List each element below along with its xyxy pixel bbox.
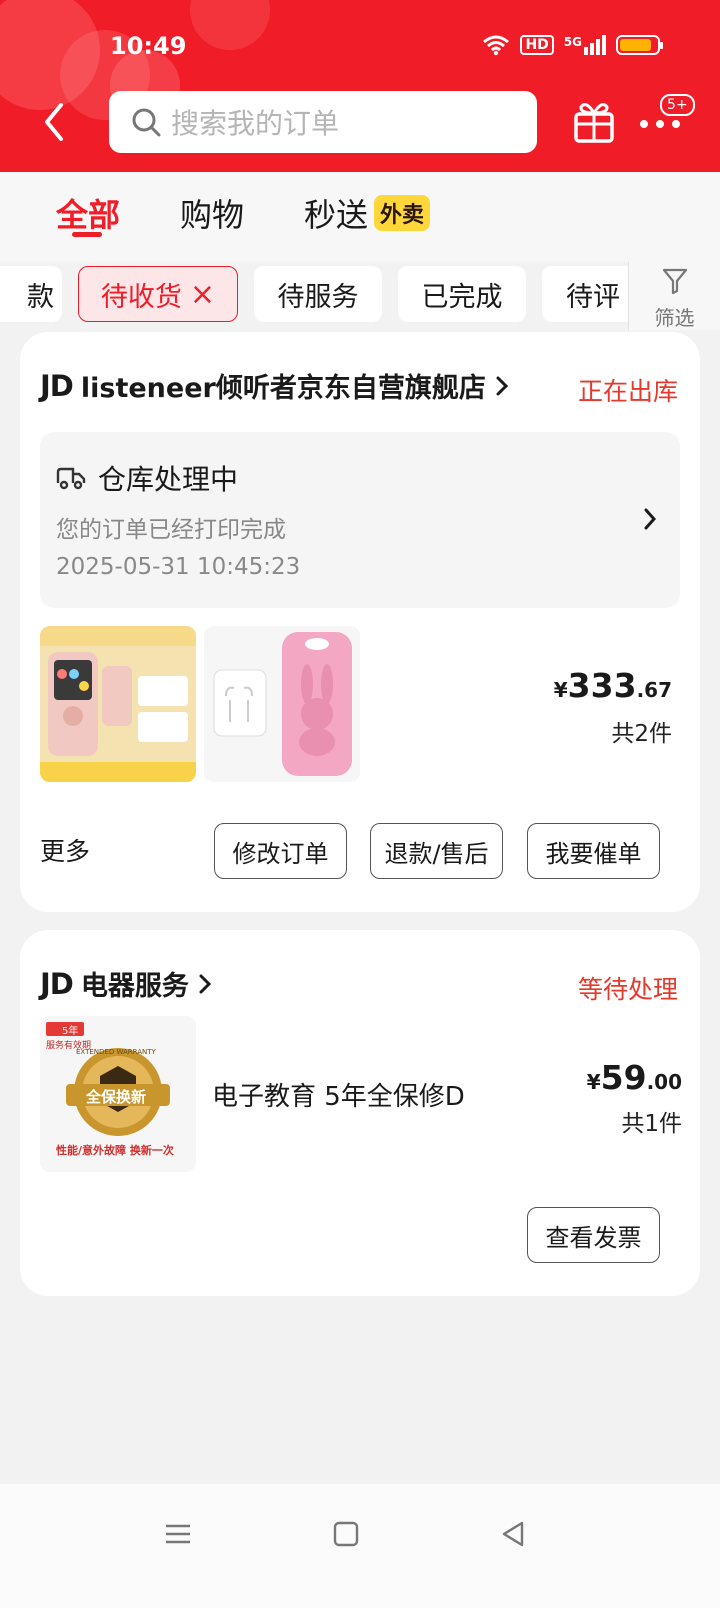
item-count: 共2件	[611, 721, 672, 747]
gift-icon	[574, 103, 614, 143]
chip-partial[interactable]: 款	[0, 266, 62, 322]
active-tab-underline	[72, 232, 102, 237]
order-price: ¥59.00	[587, 1058, 682, 1097]
order-price: ¥333.67	[554, 666, 672, 705]
price-integer: 333	[567, 666, 637, 705]
tab-shopping[interactable]: 购物	[180, 190, 244, 236]
app-header: 10:49 HD 5G 搜索我的订单 5+	[0, 0, 720, 172]
store-name: 电器服务	[80, 971, 189, 1002]
chip-pending-service[interactable]: 待服务	[254, 266, 382, 322]
triangle-back-icon	[502, 1521, 524, 1547]
rabbit-case-image	[204, 626, 360, 782]
tab-express[interactable]: 秒送 外卖	[304, 190, 431, 236]
filter-chips: 款 待收货 × 待服务 已完成 待评 筛选	[0, 262, 720, 330]
system-back-button[interactable]	[494, 1514, 534, 1554]
network-type: 5G	[563, 35, 582, 49]
product-image-learning-device[interactable]	[40, 626, 196, 782]
battery-fill	[620, 39, 651, 51]
system-nav-bar	[0, 1484, 720, 1608]
warranty-badge: 5年	[62, 1026, 79, 1037]
tab-all[interactable]: 全部	[56, 190, 120, 236]
store-link[interactable]: JD listeneer倾听者京东自营旗舰店	[40, 366, 510, 405]
warranty-arc-text: EXTENDED WARRANTY	[76, 1048, 156, 1056]
chevron-right-icon	[199, 974, 211, 993]
tracking-title: 仓库处理中	[56, 458, 238, 498]
tracking-time: 2025-05-31 10:45:23	[56, 554, 301, 580]
chip-completed[interactable]: 已完成	[398, 266, 526, 322]
order-card[interactable]: JD 电器服务 等待处理 5年 服务有效期 EXTENDED WARRANTY …	[20, 930, 700, 1296]
refund-aftersale-button[interactable]: 退款/售后	[370, 823, 503, 879]
truck-icon	[56, 467, 86, 490]
jd-logo: JD	[40, 966, 74, 1001]
status-icons: HD 5G	[482, 34, 663, 56]
price-integer: 59	[600, 1058, 647, 1097]
price-decimal: .67	[636, 678, 672, 702]
currency-symbol: ¥	[586, 1070, 601, 1094]
hd-icon: HD	[520, 35, 554, 55]
chevron-right-icon	[644, 508, 657, 530]
chip-label: 待评	[566, 281, 620, 313]
battery-icon	[616, 35, 663, 55]
currency-symbol: ¥	[553, 678, 568, 702]
chip-pending-review[interactable]: 待评	[542, 266, 642, 322]
gift-button[interactable]	[572, 98, 616, 144]
price-decimal: .00	[646, 1070, 682, 1094]
order-search-input[interactable]: 搜索我的订单	[109, 91, 537, 153]
square-icon	[333, 1521, 359, 1547]
chip-pending-receipt[interactable]: 待收货 ×	[78, 266, 238, 322]
order-status: 等待处理	[577, 975, 678, 1004]
chip-label: 待服务	[277, 281, 359, 313]
status-bar: 10:49 HD 5G	[0, 28, 720, 68]
search-icon	[132, 108, 161, 137]
store-name: listeneer倾听者京东自营旗舰店	[80, 373, 486, 404]
chip-label: 已完成	[421, 281, 503, 313]
jd-logo: JD	[40, 368, 74, 403]
more-badge: 5+	[660, 94, 695, 116]
wifi-icon	[483, 35, 510, 56]
signal-icon: 5G	[564, 35, 606, 55]
learning-device-image	[40, 626, 196, 782]
back-button[interactable]	[36, 100, 72, 144]
tracking-box[interactable]: 仓库处理中 您的订单已经打印完成 2025-05-31 10:45:23	[40, 432, 680, 608]
category-tabs: 全部 购物 秒送 外卖	[0, 172, 720, 262]
chevron-left-icon	[45, 103, 63, 141]
more-actions[interactable]: 更多	[40, 832, 90, 868]
item-count: 共1件	[621, 1111, 682, 1137]
chevron-right-icon	[496, 376, 508, 395]
chip-label: 款	[27, 281, 54, 313]
status-time: 10:49	[110, 32, 187, 60]
modify-order-button[interactable]: 修改订单	[214, 823, 347, 879]
view-invoice-button[interactable]: 查看发票	[527, 1207, 660, 1263]
waimai-tag: 外卖	[374, 195, 431, 231]
product-name[interactable]: 电子教育 5年全保修D	[212, 1076, 465, 1113]
tracking-description: 您的订单已经打印完成	[56, 517, 286, 543]
store-link[interactable]: JD 电器服务	[40, 964, 213, 1003]
chip-label: 待收货	[100, 281, 182, 313]
tab-express-label: 秒送	[304, 196, 369, 234]
tracking-title-text: 仓库处理中	[98, 463, 239, 496]
product-image-warranty[interactable]: 5年 服务有效期 EXTENDED WARRANTY 全保换新 性能/意外故障 …	[40, 1016, 196, 1172]
menu-icon	[166, 1524, 190, 1544]
warranty-seal-text: 全保换新	[86, 1088, 147, 1106]
order-status: 正在出库	[577, 377, 678, 406]
home-button[interactable]	[326, 1514, 366, 1554]
order-card[interactable]: JD listeneer倾听者京东自营旗舰店 正在出库 仓库处理中 您的订单已经…	[20, 332, 700, 912]
filter-label: 筛选	[654, 306, 695, 330]
urge-order-button[interactable]: 我要催单	[527, 823, 660, 879]
funnel-icon	[662, 268, 687, 295]
warranty-caption: 性能/意外故障 换新一次	[56, 1144, 174, 1157]
filter-button[interactable]: 筛选	[628, 262, 720, 330]
recent-apps-button[interactable]	[158, 1514, 198, 1554]
product-image-rabbit-case[interactable]	[204, 626, 360, 782]
close-icon[interactable]: ×	[190, 277, 215, 312]
search-placeholder: 搜索我的订单	[171, 107, 340, 140]
